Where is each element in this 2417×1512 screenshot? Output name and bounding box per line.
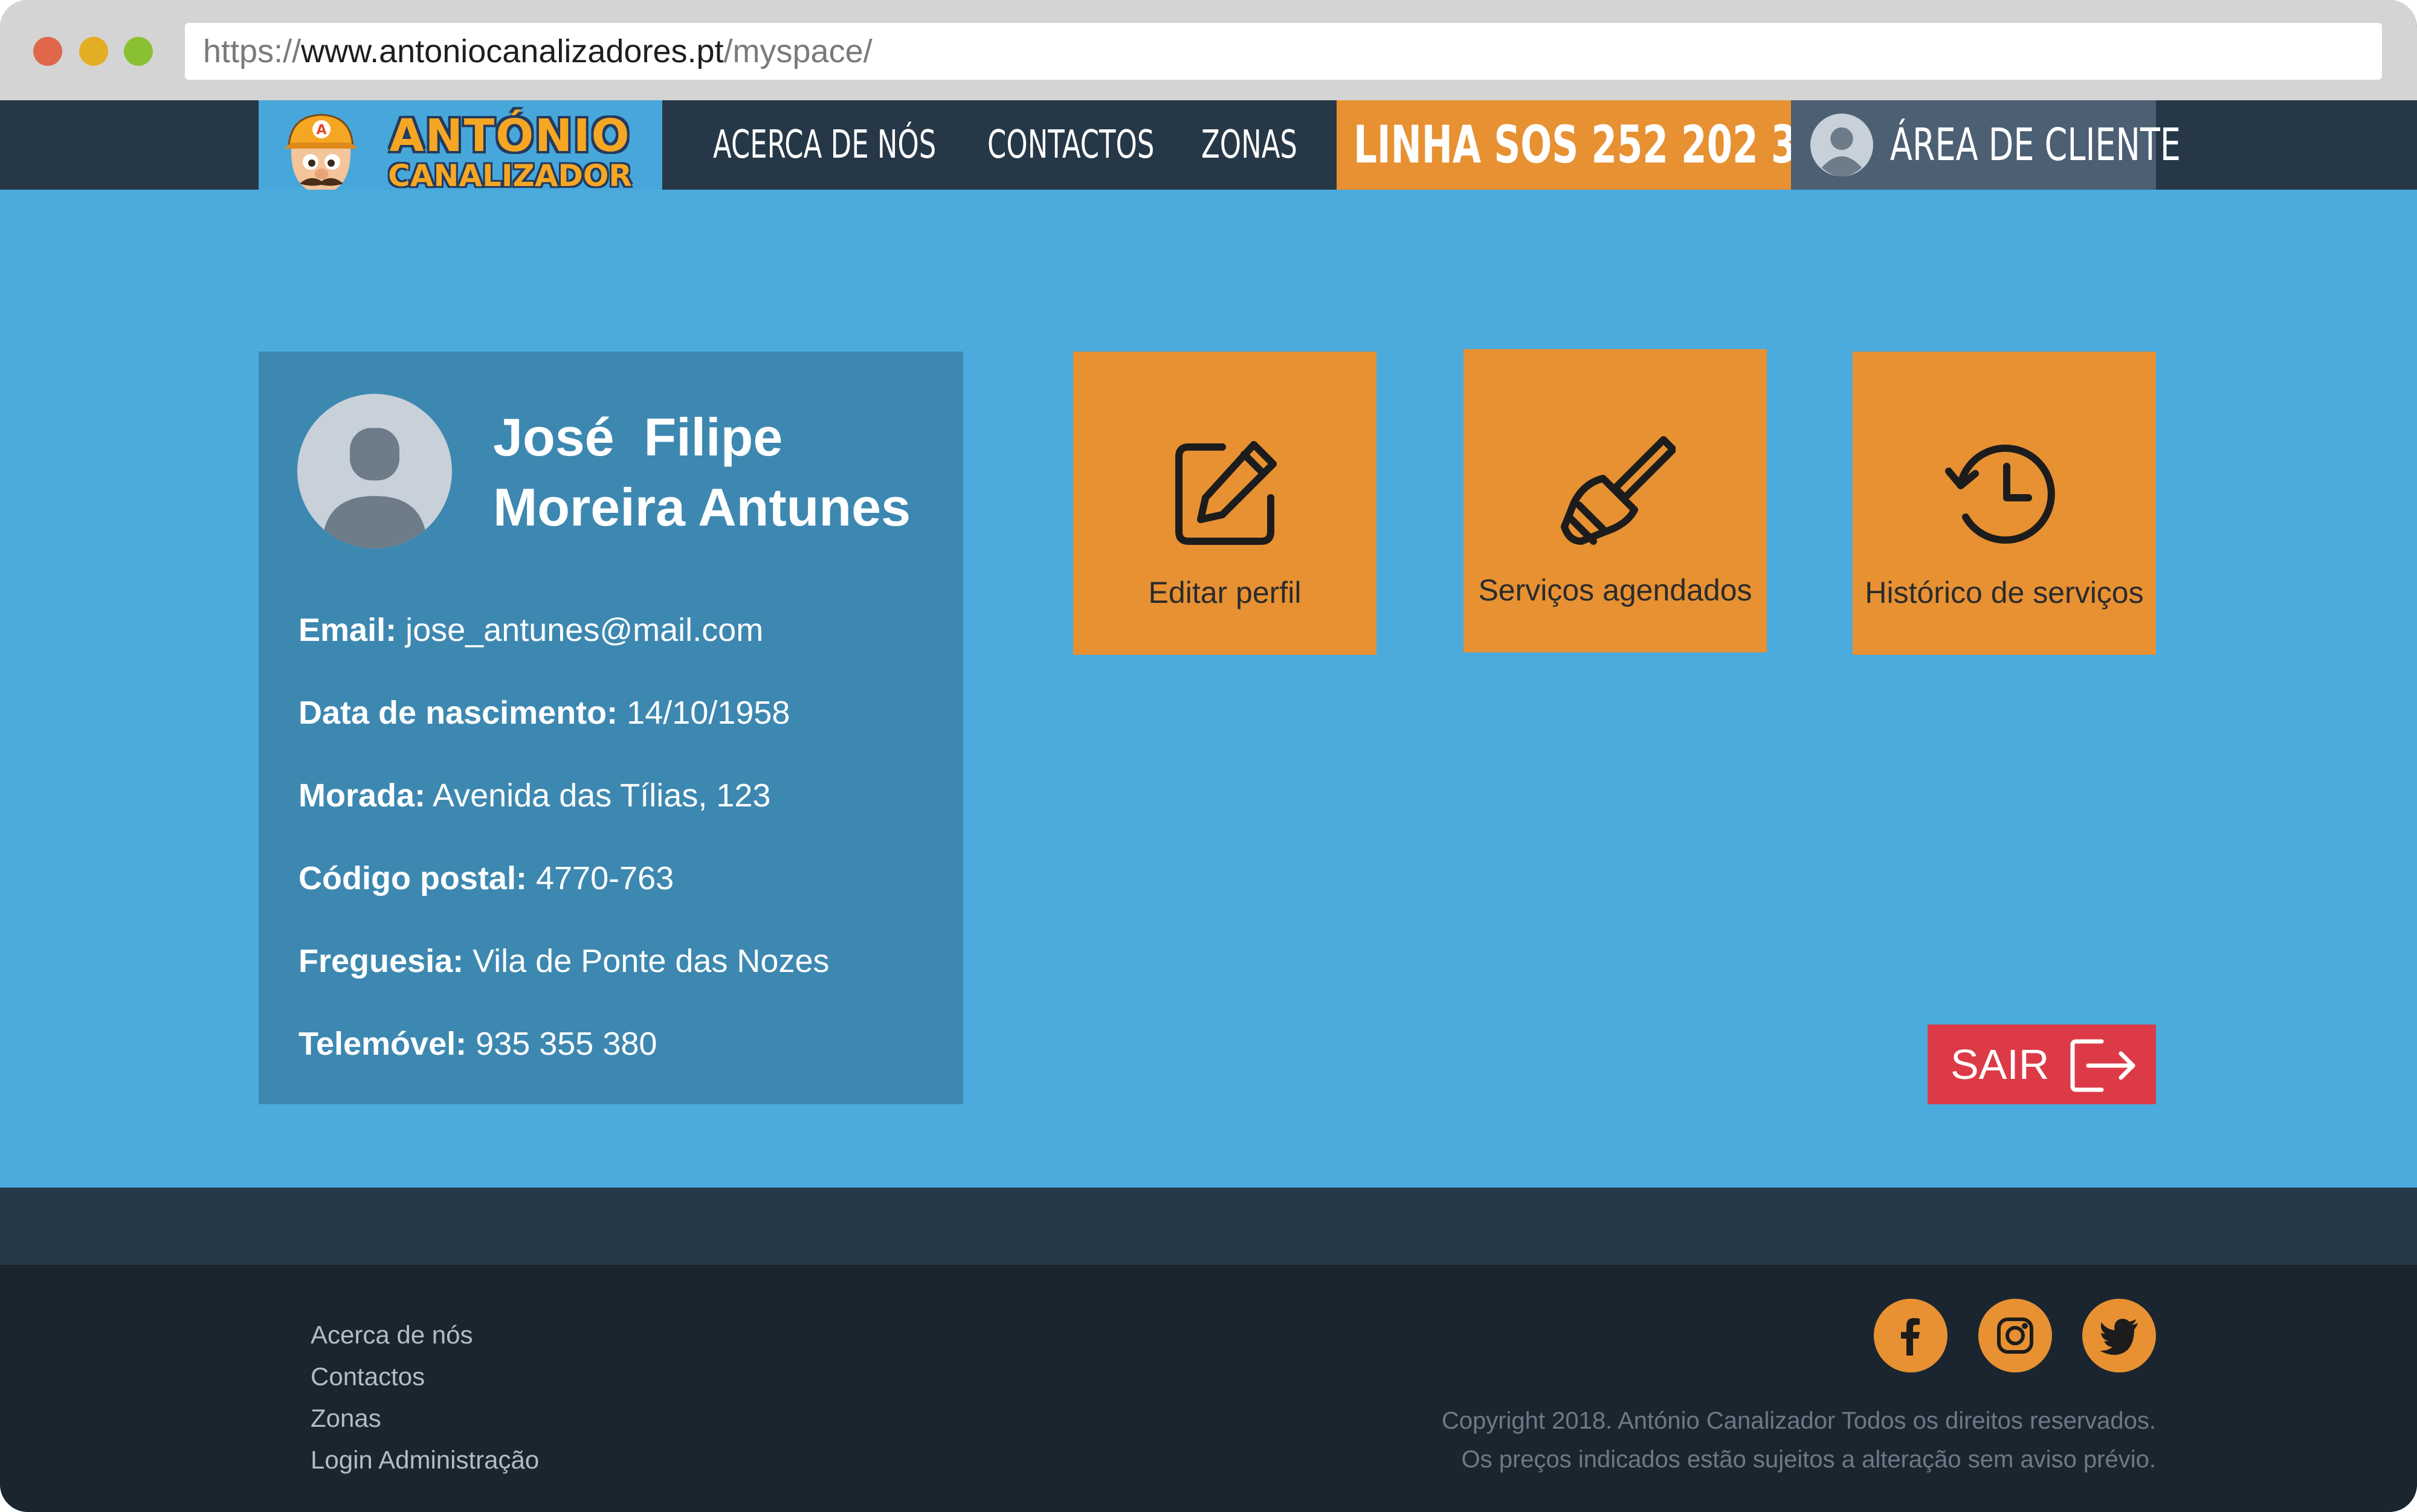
service-history-label: Histórico de serviços <box>1865 576 2144 610</box>
field-value: Vila de Ponte das Nozes <box>473 943 830 979</box>
nav-about[interactable]: ACERCA DE NÓS <box>713 100 936 190</box>
profile-field-mobile: Telemóvel: 935 355 380 <box>298 1025 657 1063</box>
close-window-button[interactable] <box>33 37 62 66</box>
facebook-icon <box>1901 1318 1920 1356</box>
field-value: 4770-763 <box>535 860 674 896</box>
footer-link-zones[interactable]: Zonas <box>311 1404 381 1433</box>
footer-link-admin-login[interactable]: Login Administração <box>311 1446 539 1475</box>
footer-link-about[interactable]: Acerca de nós <box>311 1321 473 1350</box>
user-avatar-icon <box>1810 114 1873 176</box>
minimize-window-button[interactable] <box>79 37 108 66</box>
edit-profile-tile[interactable]: Editar perfil <box>1073 352 1376 655</box>
footer-link-contacts[interactable]: Contactos <box>311 1362 425 1391</box>
scheduled-services-label: Serviços agendados <box>1478 573 1752 607</box>
instagram-button[interactable] <box>1978 1299 2052 1372</box>
facebook-button[interactable] <box>1874 1299 1947 1372</box>
profile-avatar-icon <box>297 394 452 549</box>
scheduled-services-tile[interactable]: Serviços agendados <box>1463 349 1767 652</box>
field-value: 14/10/1958 <box>627 695 790 731</box>
edit-profile-label: Editar perfil <box>1148 576 1302 610</box>
logo-wordmark: ANTÓNIO CANALIZADOR <box>383 112 637 197</box>
field-label: Freguesia: <box>298 943 464 979</box>
plumber-mascot-icon: A <box>284 114 358 195</box>
field-label: Morada: <box>298 777 426 814</box>
service-history-tile[interactable]: Histórico de serviços <box>1853 352 2156 655</box>
field-label: Telemóvel: <box>298 1026 467 1062</box>
edit-icon <box>1175 441 1277 545</box>
profile-field-address: Morada: Avenida das Tílias, 123 <box>298 777 770 814</box>
profile-field-postal-code: Código postal: 4770-763 <box>298 860 674 897</box>
nav-contacts[interactable]: CONTACTOS <box>987 100 1154 190</box>
plunger-icon <box>1561 436 1676 545</box>
history-icon <box>1945 445 2055 544</box>
logout-button[interactable]: SAIR <box>1928 1025 2156 1104</box>
client-area-label: ÁREA DE CLIENTE <box>1890 119 2181 171</box>
profile-field-email: Email: jose_antunes@mail.com <box>298 611 763 649</box>
url-domain: www.antoniocanalizadores.pt <box>301 33 724 69</box>
twitter-button[interactable] <box>2082 1299 2156 1372</box>
sos-hotline-label: LINHA SOS 252 202 303 <box>1354 115 1848 175</box>
field-value: 935 355 380 <box>476 1026 657 1062</box>
copyright-text: Copyright 2018. António Canalizador Todo… <box>1441 1407 2156 1434</box>
logout-label: SAIR <box>1951 1041 2050 1088</box>
profile-name-line1: José Filipe <box>493 407 783 467</box>
logo-line1: ANTÓNIO <box>389 110 631 162</box>
maximize-window-button[interactable] <box>124 37 153 66</box>
twitter-icon <box>2100 1319 2138 1355</box>
field-label: Código postal: <box>298 860 527 896</box>
profile-name-line2: Moreira Antunes <box>493 477 911 537</box>
url-scheme: https:// <box>203 33 302 69</box>
price-disclaimer-text: Os preços indicados estão sujeitos a alt… <box>1461 1446 2156 1473</box>
nav-zones[interactable]: ZONAS <box>1201 100 1297 190</box>
svg-text:A: A <box>316 123 326 138</box>
field-value: Avenida das Tílias, 123 <box>433 777 771 814</box>
logout-icon <box>2070 1039 2135 1092</box>
instagram-icon <box>1997 1317 2033 1354</box>
logo-line2: CANALIZADOR <box>388 158 632 193</box>
footer-band <box>0 1188 2417 1265</box>
field-value: jose_antunes@mail.com <box>405 612 764 648</box>
browser-window: https://www.antoniocanalizadores.pt/mysp… <box>0 0 2417 1512</box>
address-bar[interactable]: https://www.antoniocanalizadores.pt/mysp… <box>185 23 2382 80</box>
field-label: Email: <box>298 612 397 648</box>
profile-field-birthdate: Data de nascimento: 14/10/1958 <box>298 694 790 732</box>
url-path: /myspace/ <box>723 33 873 69</box>
profile-field-parish: Freguesia: Vila de Ponte das Nozes <box>298 942 830 980</box>
field-label: Data de nascimento: <box>298 695 618 731</box>
profile-name: José Filipe Moreira Antunes <box>493 402 952 542</box>
